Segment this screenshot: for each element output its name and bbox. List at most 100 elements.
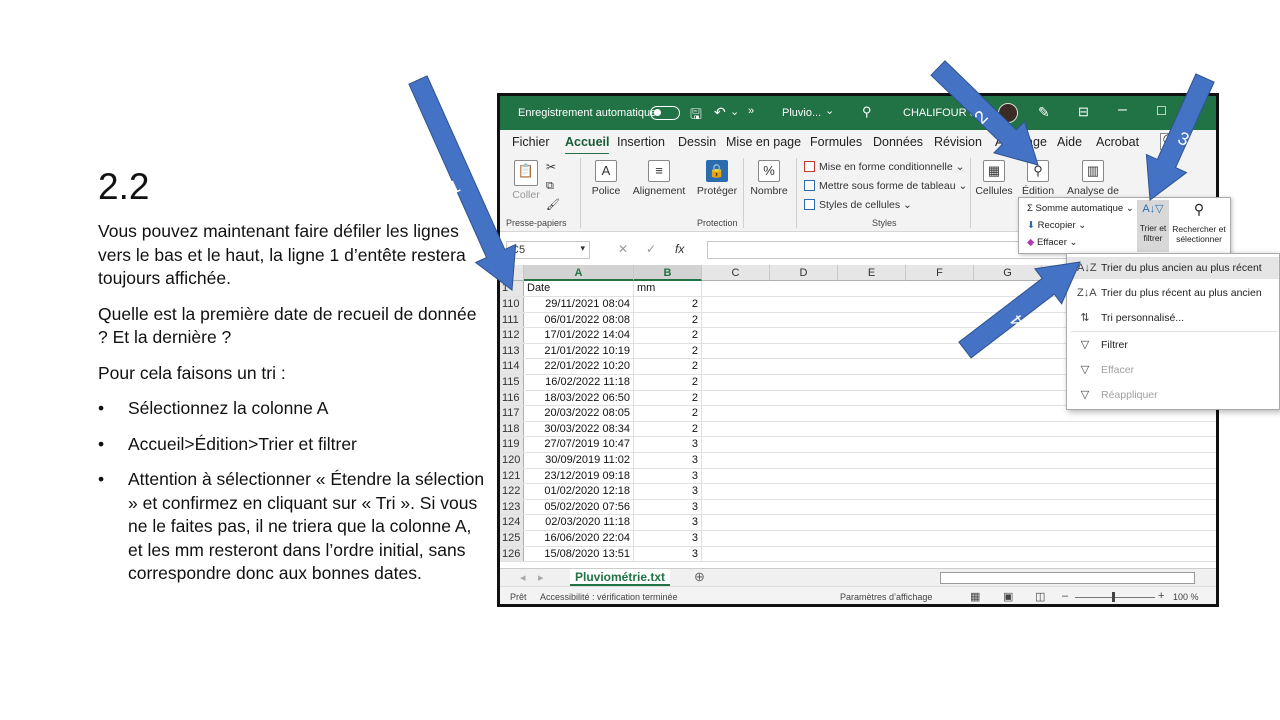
row-header[interactable]: 110 [500, 297, 524, 312]
zoom-slider[interactable] [1075, 597, 1155, 598]
scroll-left-icon[interactable]: ◂ [520, 571, 526, 584]
cell-mm[interactable]: 2 [634, 375, 702, 390]
scroll-right-icon[interactable]: ▸ [538, 571, 544, 584]
menu-item-sort-ascending[interactable]: A↓Z Trier du plus ancien au plus récent [1067, 257, 1279, 279]
column-header-b[interactable]: B [634, 265, 702, 281]
protect-button[interactable]: 🔒 Protéger [692, 160, 742, 197]
pen-icon[interactable]: ✎ [1038, 104, 1050, 121]
conditional-formatting-button[interactable]: Mise en forme conditionnelle ⌄ [804, 161, 964, 173]
fill-button[interactable]: ⬇ Recopier ⌄ [1027, 220, 1086, 231]
row-header[interactable]: 1 [500, 281, 524, 296]
file-name[interactable]: Pluvio... [782, 107, 821, 119]
zoom-out-icon[interactable]: – [1062, 590, 1068, 602]
cell-mm[interactable]: 3 [634, 484, 702, 499]
cell-mm[interactable]: 2 [634, 328, 702, 343]
cell-mm[interactable]: 2 [634, 343, 702, 359]
font-button[interactable]: A Police [586, 160, 626, 197]
comment-icon[interactable]: 💬 [1160, 133, 1180, 150]
cell-date[interactable]: 20/03/2022 08:05 [524, 406, 634, 421]
cell-b1[interactable]: mm [634, 281, 702, 296]
maximize-icon[interactable]: ☐ [1156, 104, 1167, 118]
save-icon[interactable]: 🖫 [690, 104, 702, 128]
column-header-d[interactable]: D [770, 265, 838, 281]
menu-item-custom-sort[interactable]: ⇅ Tri personnalisé... [1067, 307, 1279, 329]
cell-date[interactable]: 27/07/2019 10:47 [524, 437, 634, 452]
column-header-c[interactable]: C [702, 265, 770, 281]
editing-button[interactable]: ⚲ Édition [1018, 160, 1058, 197]
cell-mm[interactable]: 3 [634, 515, 702, 530]
sheet-tab[interactable]: Pluviométrie.txt [570, 569, 670, 586]
format-as-table-button[interactable]: Mettre sous forme de tableau ⌄ [804, 180, 967, 192]
analyze-button[interactable]: ▥ Analyse de [1064, 160, 1122, 197]
cell-mm[interactable]: 2 [634, 359, 702, 374]
sort-filter-button[interactable]: A↓▽ Trier et filtrer [1137, 200, 1169, 252]
zoom-level[interactable]: 100 % [1173, 592, 1199, 602]
cut-icon[interactable]: ✂ [546, 160, 556, 174]
cell-date[interactable]: 02/03/2020 11:18 [524, 515, 634, 530]
cell-date[interactable]: 22/01/2022 10:20 [524, 359, 634, 374]
undo-dropdown-icon[interactable]: ⌄ [730, 105, 739, 118]
cell-mm[interactable]: 2 [634, 390, 702, 406]
more-commands-icon[interactable]: » [748, 105, 754, 117]
row-header[interactable]: 122 [500, 484, 524, 499]
row-header[interactable]: 125 [500, 531, 524, 546]
undo-icon[interactable]: ↶ [714, 104, 726, 121]
insert-function-icon[interactable]: fx [675, 242, 684, 256]
tab-donnees[interactable]: Données [873, 135, 923, 149]
zoom-in-icon[interactable]: + [1158, 590, 1164, 602]
accessibility-status[interactable]: Accessibilité : vérification terminée [540, 592, 678, 602]
row-header[interactable]: 116 [500, 390, 524, 406]
row-header[interactable]: 115 [500, 375, 524, 390]
filename-dropdown-icon[interactable]: ⌄ [825, 104, 834, 117]
autosum-button[interactable]: Σ Somme automatique ⌄ [1027, 203, 1134, 214]
menu-item-filter[interactable]: ▽ Filtrer [1067, 334, 1279, 356]
cell-mm[interactable]: 2 [634, 312, 702, 328]
cancel-icon[interactable]: ✕ [618, 242, 628, 256]
cell-mm[interactable]: 3 [634, 468, 702, 484]
cell-mm[interactable]: 2 [634, 297, 702, 312]
alignment-button[interactable]: ≡ Alignement [630, 160, 688, 197]
cell-styles-button[interactable]: Styles de cellules ⌄ [804, 199, 912, 211]
tab-acrobat[interactable]: Acrobat [1096, 135, 1139, 149]
row-header[interactable]: 118 [500, 421, 524, 437]
name-box[interactable]: C5 ▾ [506, 241, 590, 259]
clear-button[interactable]: ◆ Effacer ⌄ [1027, 237, 1078, 248]
cell-mm[interactable]: 3 [634, 499, 702, 515]
cells-button[interactable]: ▦ Cellules [974, 160, 1014, 197]
display-settings[interactable]: Paramètres d’affichage [840, 592, 932, 602]
cell-date[interactable]: 17/01/2022 14:04 [524, 328, 634, 343]
tab-accueil[interactable]: Accueil [565, 135, 610, 156]
column-header-e[interactable]: E [838, 265, 906, 281]
menu-item-sort-descending[interactable]: Z↓A Trier du plus récent au plus ancien [1067, 282, 1279, 304]
row-header[interactable]: 121 [500, 468, 524, 484]
user-name[interactable]: CHALIFOUR Sa [903, 107, 983, 119]
minimize-icon[interactable]: – [1118, 101, 1127, 119]
cell-date[interactable]: 16/06/2020 22:04 [524, 531, 634, 546]
row-header[interactable]: 123 [500, 499, 524, 515]
tab-aide[interactable]: Aide [1057, 135, 1082, 149]
tab-revision[interactable]: Révision [934, 135, 982, 149]
row-header[interactable]: 119 [500, 437, 524, 452]
cell-mm[interactable]: 3 [634, 546, 702, 562]
copy-icon[interactable]: ⧉ [546, 180, 554, 193]
search-icon[interactable]: ⚲ [862, 104, 872, 120]
column-header-g[interactable]: G [974, 265, 1042, 281]
row-header[interactable]: 126 [500, 546, 524, 562]
row-header[interactable]: 117 [500, 406, 524, 421]
number-button[interactable]: % Nombre [746, 160, 792, 197]
tab-insertion[interactable]: Insertion [617, 135, 665, 149]
cell-date[interactable]: 29/11/2021 08:04 [524, 297, 634, 312]
add-sheet-icon[interactable]: ⊕ [694, 569, 705, 585]
page-layout-icon[interactable]: ▣ [1003, 590, 1013, 603]
tab-affichage[interactable]: Affichage [995, 135, 1047, 149]
select-all-corner[interactable] [500, 265, 524, 281]
cell-date[interactable]: 16/02/2022 11:18 [524, 375, 634, 390]
row-header[interactable]: 124 [500, 515, 524, 530]
cell-date[interactable]: 15/08/2020 13:51 [524, 546, 634, 562]
confirm-icon[interactable]: ✓ [646, 242, 656, 256]
column-header-a[interactable]: A [524, 265, 634, 281]
cell-date[interactable]: 23/12/2019 09:18 [524, 468, 634, 484]
normal-view-icon[interactable]: ▦ [970, 590, 980, 603]
row-header[interactable]: 112 [500, 328, 524, 343]
tab-dessin[interactable]: Dessin [678, 135, 716, 149]
